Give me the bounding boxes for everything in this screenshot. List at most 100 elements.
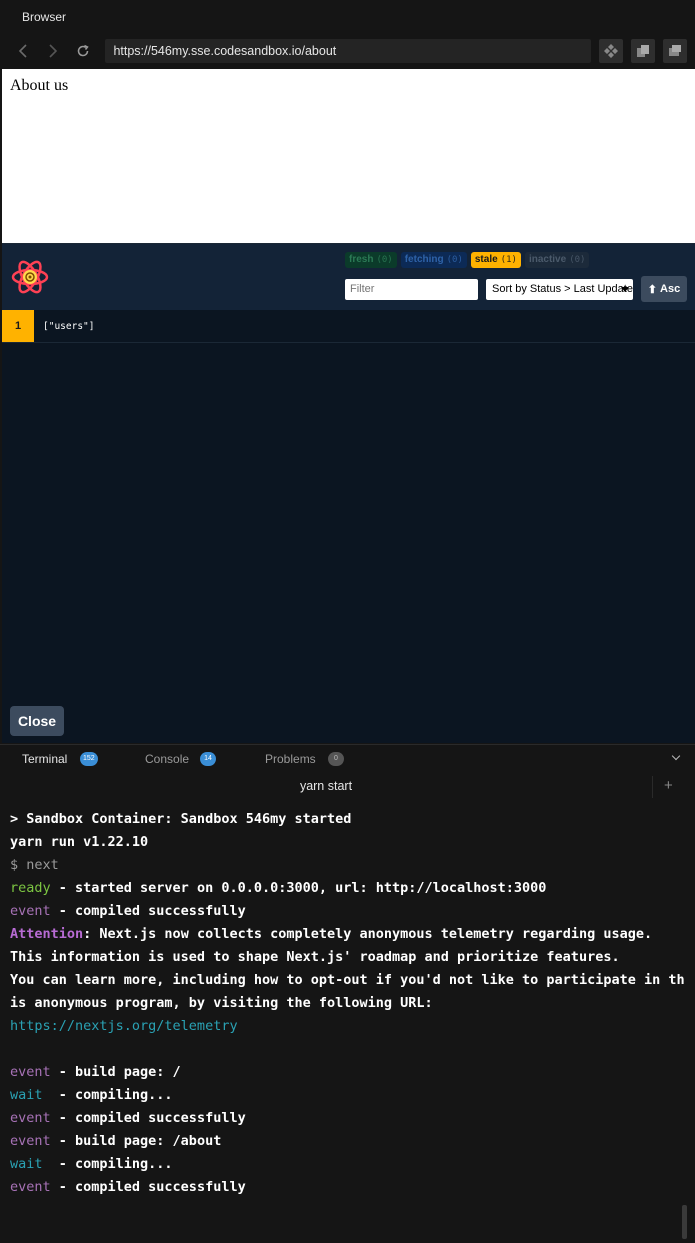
windows-icon [669,45,682,56]
terminal-line: $ next [10,854,690,877]
badge-inactive: inactive (0) [524,252,590,268]
log-tag: Attention [10,926,84,942]
badge-inactive-label: inactive [528,254,567,265]
terminal-text: - compiled successfully [50,1110,246,1126]
log-tag: event [10,1179,51,1195]
badge-stale-count: (1) [500,255,517,265]
log-tag: event [10,1064,51,1080]
tab-problems-badge: 0 [328,752,344,766]
terminal-line: wait - compiling... [10,1084,690,1107]
chevron-down-icon[interactable] [671,751,681,761]
badge-fetching: fetching (0) [400,252,467,268]
terminal-text: > Sandbox Container: Sandbox 546my start… [10,811,352,827]
terminal-line: is anonymous program, by visiting the fo… [10,992,690,1015]
terminal-line: event - compiled successfully [10,1107,690,1130]
terminal-text: This information is used to shape Next.j… [10,949,620,965]
browser-toolbar: https://546my.sse.codesandbox.io/about [0,34,695,68]
terminal-text: - compiling... [42,1087,173,1103]
terminal-line: https://nextjs.org/telemetry [10,1015,690,1038]
log-tag: event [10,1110,51,1126]
terminal-title: yarn start [299,779,353,793]
terminal-text: - build page: / [50,1064,181,1080]
terminal-text: - started server on 0.0.0.0:3000, url: h… [50,880,547,896]
forward-button[interactable] [38,36,68,66]
terminal-text: You can learn more, including how to opt… [10,972,685,988]
copy-icon [637,45,650,57]
terminal-text: - compiling... [42,1156,173,1172]
tab-terminal-label: Terminal [22,752,68,766]
sandbox-icon [604,44,619,58]
terminal-text: - compiled successfully [50,903,246,919]
page-heading: About us [10,77,69,94]
refresh-button[interactable] [68,36,98,66]
terminal-text: yarn run v1.22.10 [10,834,149,850]
devtools-header: fresh (0) fetching (0) stale (1) inactive (0… [2,244,695,310]
tab-console-label: Console [145,752,190,766]
badge-fetching-count: (0) [446,255,463,265]
terminal-text: - compiled successfully [50,1179,246,1195]
terminal-output[interactable]: > Sandbox Container: Sandbox 546my start… [10,808,690,1199]
terminal-line: event - build page: /about [10,1130,690,1153]
terminal-line: Attention: Next.js now collects complete… [10,923,690,946]
badge-stale: stale (1) [470,252,521,268]
close-devtools-button[interactable]: Close [10,706,64,736]
tab-terminal[interactable]: Terminal 152 [22,752,98,766]
window-title-text: Browser [22,10,67,24]
chevron-right-icon [49,44,57,58]
sort-select-value: Sort by Status > Last Updated [492,283,633,295]
log-tag: event [10,1133,51,1149]
query-observer-count: 1 [2,310,34,342]
badge-inactive-count: (0) [569,255,586,265]
terminal-line: event - build page: / [10,1061,690,1084]
badge-fetching-label: fetching [404,254,444,265]
tab-console-badge: 14 [200,752,216,766]
terminal-line: event - compiled successfully [10,900,690,923]
terminal-text: - build page: /about [50,1133,222,1149]
tab-problems-label: Problems [265,752,316,766]
status-badges: fresh (0) fetching (0) stale (1) inactive (0… [345,252,590,268]
badge-fresh-count: (0) [376,255,393,265]
terminal-text: is anonymous program, by visiting the fo… [10,995,433,1011]
refresh-icon [77,44,89,57]
layout-button[interactable] [663,39,688,63]
badge-stale-label: stale [474,254,498,265]
add-terminal-icon[interactable]: + [664,777,673,794]
terminal-text: : Next.js now collects completely anonym… [83,926,653,942]
sort-direction-label: Asc [660,283,681,295]
panel-tabs: Terminal 152 Console 14 Problems 0 [0,744,695,772]
sort-select[interactable]: Sort by Status > Last Updated [486,279,633,300]
divider [652,776,653,798]
back-button[interactable] [8,36,38,66]
badge-fresh: fresh (0) [345,252,397,268]
react-query-devtools: fresh (0) fetching (0) stale (1) inactive (0… [2,243,695,743]
telemetry-link[interactable]: https://nextjs.org/telemetry [10,1018,238,1034]
log-tag: wait [10,1087,43,1103]
chevron-left-icon [18,44,27,58]
arrow-up-icon: ⬆ [647,283,658,296]
terminal-line: event - compiled successfully [10,1176,690,1199]
terminal-scrollbar[interactable] [682,1205,687,1239]
caret-down-icon [621,287,629,292]
devtools-button[interactable] [599,39,624,63]
react-query-logo-icon [11,260,49,294]
terminal-line: This information is used to shape Next.j… [10,946,690,969]
terminal-text: $ next [10,857,59,873]
tab-problems[interactable]: Problems 0 [265,752,344,766]
terminal-line: ready - started server on 0.0.0.0:3000, … [10,877,690,900]
page-preview: About us [2,69,695,243]
window-title: Browser [0,0,695,34]
url-input[interactable]: https://546my.sse.codesandbox.io/about [105,39,592,63]
sort-direction-button[interactable]: ⬆ Asc [641,276,687,302]
query-key: ["users"] [43,320,95,332]
badge-fresh-label: fresh [349,254,374,265]
terminal-header: yarn start + [0,772,695,802]
terminal-line: You can learn more, including how to opt… [10,969,690,992]
filter-input[interactable] [345,279,478,300]
terminal-line: yarn run v1.22.10 [10,831,690,854]
open-new-window-button[interactable] [631,39,656,63]
query-row[interactable]: 1 ["users"] [2,310,695,343]
log-tag: ready [10,880,51,896]
log-tag: event [10,903,51,919]
tab-console[interactable]: Console 14 [145,752,216,766]
